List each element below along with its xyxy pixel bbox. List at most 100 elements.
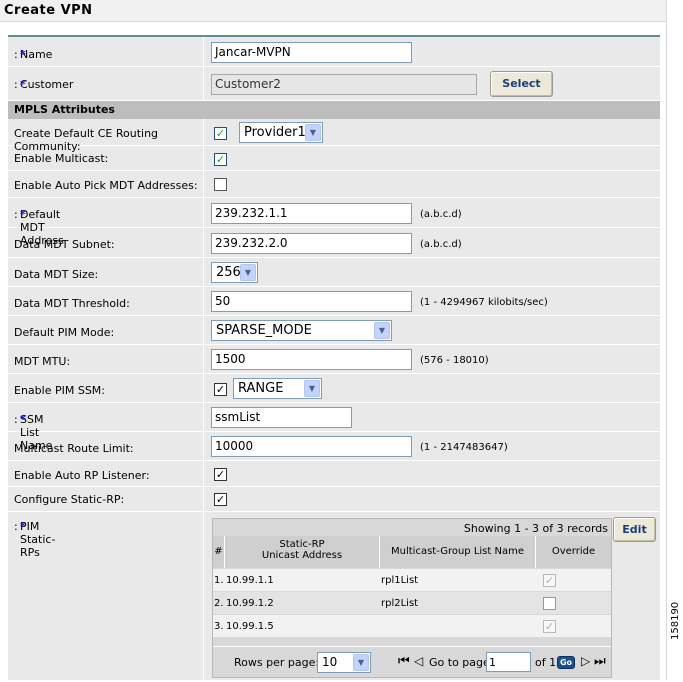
page-title-bar: Create VPN	[0, 0, 667, 22]
col-header-num: #	[213, 536, 225, 568]
customer-label: Customer	[20, 78, 74, 91]
data-mdt-threshold-input[interactable]: 50	[211, 291, 412, 312]
col-header-address: Static-RP Unicast Address	[225, 536, 380, 568]
prev-page-icon[interactable]: ◁	[414, 654, 423, 668]
data-mdt-subnet-hint: (a.b.c.d)	[420, 239, 462, 250]
auto-pick-mdt-checkbox[interactable]	[214, 178, 227, 191]
enable-pim-ssm-row: Enable PIM SSM: ✓ RANGE ▼	[8, 374, 660, 403]
mdt-mtu-label: MDT MTU:	[14, 355, 71, 368]
ssm-list-name-row: SSM List Name *: ssmList	[8, 403, 660, 452]
row-address: 10.99.1.5	[226, 621, 274, 632]
chevron-down-icon: ▼	[304, 380, 320, 397]
auto-pick-mdt-row: Enable Auto Pick MDT Addresses:	[8, 171, 660, 198]
chevron-down-icon: ▼	[353, 654, 369, 671]
rows-per-page-value: 10	[322, 655, 338, 669]
configure-static-rp-checkbox[interactable]: ✓	[214, 493, 227, 506]
multicast-route-limit-input[interactable]: 10000	[211, 436, 412, 457]
data-mdt-size-select[interactable]: 256 ▼	[211, 262, 258, 283]
enable-pim-ssm-checkbox[interactable]: ✓	[214, 383, 227, 396]
customer-row: Customer *: Customer2 Select	[8, 67, 660, 101]
rows-per-page-label: Rows per page:	[234, 656, 320, 669]
mdt-mtu-row: MDT MTU: 1500 (576 - 18010)	[8, 345, 660, 374]
edit-static-rp-button[interactable]: Edit	[613, 517, 656, 542]
required-star: *	[20, 48, 26, 61]
row-group-list: rpl2List	[381, 598, 419, 609]
multicast-route-limit-row: Multicast Route Limit: 10000 (1 - 214748…	[8, 432, 660, 461]
default-pim-mode-label: Default PIM Mode:	[14, 326, 115, 339]
page-title: Create VPN	[4, 3, 93, 18]
default-pim-mode-row: Default PIM Mode: SPARSE_MODE ▼	[8, 316, 660, 345]
pim-ssm-select-value: RANGE	[238, 381, 284, 396]
mdt-mtu-hint: (576 - 18010)	[420, 355, 489, 366]
provider-select[interactable]: Provider1 ▼	[239, 122, 323, 143]
go-to-page-label: Go to page:	[429, 656, 494, 669]
next-page-icon[interactable]: ▷	[581, 654, 590, 668]
default-pim-mode-select[interactable]: SPARSE_MODE ▼	[211, 320, 392, 341]
pim-ssm-select[interactable]: RANGE ▼	[233, 378, 322, 399]
create-default-ce-checkbox[interactable]: ✓	[214, 127, 227, 140]
create-vpn-form: Name *: Jancar-MVPN Customer *: Customer2 …	[8, 35, 660, 682]
auto-rp-listener-label: Enable Auto RP Listener:	[14, 469, 150, 482]
table-row[interactable]: 3. 10.99.1.5 ✓	[213, 615, 611, 637]
configure-static-rp-label: Configure Static-RP:	[14, 493, 125, 506]
rows-per-page-select[interactable]: 10 ▼	[317, 652, 371, 673]
provider-select-value: Provider1	[244, 125, 306, 140]
default-mdt-address-row: Default MDT Address *: 239.232.1.1 (a.b.c…	[8, 198, 660, 247]
go-to-page-input[interactable]: 1	[486, 652, 531, 672]
row-group-list: rpl1List	[381, 575, 419, 586]
required-star: *	[20, 208, 26, 221]
figure-id: 158190	[670, 601, 681, 640]
col-header-address-line2: Unicast Address	[261, 550, 343, 561]
row-address: 10.99.1.1	[226, 575, 274, 586]
override-checkbox: ✓	[543, 574, 556, 587]
override-checkbox: ✓	[543, 620, 556, 633]
auto-rp-listener-row: Enable Auto RP Listener: ✓	[8, 461, 660, 487]
row-num: 1.	[214, 575, 224, 586]
enable-multicast-label: Enable Multicast:	[14, 152, 109, 165]
data-mdt-size-value: 256	[216, 265, 241, 280]
col-header-group-list: Multicast-Group List Name	[380, 536, 536, 568]
last-page-icon[interactable]: ⏭	[594, 654, 606, 669]
mpls-attributes-header: MPLS Attributes	[8, 101, 660, 119]
override-checkbox[interactable]	[543, 597, 556, 610]
data-mdt-threshold-hint: (1 - 4294967 kilobits/sec)	[420, 297, 548, 308]
data-mdt-subnet-label: Data MDT Subnet:	[14, 238, 115, 251]
chevron-down-icon: ▼	[240, 264, 256, 281]
configure-static-rp-row: Configure Static-RP: ✓	[8, 487, 660, 512]
static-rp-table: Showing 1 - 3 of 3 records # Static-RP U…	[212, 518, 612, 678]
row-address: 10.99.1.2	[226, 598, 274, 609]
required-star: *	[20, 78, 26, 91]
first-page-icon[interactable]: ⏮	[398, 654, 410, 669]
data-mdt-size-label: Data MDT Size:	[14, 268, 99, 281]
default-mdt-address-input[interactable]: 239.232.1.1	[211, 203, 412, 224]
required-star: *	[20, 520, 26, 533]
enable-multicast-row: Enable Multicast: ✓	[8, 146, 660, 171]
data-mdt-threshold-label: Data MDT Threshold:	[14, 297, 130, 310]
default-mdt-address-hint: (a.b.c.d)	[420, 209, 462, 220]
ssm-list-name-input[interactable]: ssmList	[211, 407, 352, 428]
go-button[interactable]: Go	[557, 656, 575, 669]
col-header-address-line1: Static-RP	[279, 539, 325, 550]
multicast-route-limit-label: Multicast Route Limit:	[14, 442, 134, 455]
create-default-ce-row: Create Default CE Routing Community: ✓ P…	[8, 119, 660, 153]
name-row: Name *: Jancar-MVPN	[8, 37, 660, 67]
col-header-override: Override	[536, 536, 611, 568]
multicast-route-limit-hint: (1 - 2147483647)	[420, 442, 508, 453]
data-mdt-subnet-row: Data MDT Subnet: 239.232.2.0 (a.b.c.d)	[8, 228, 660, 258]
select-customer-button[interactable]: Select	[490, 71, 553, 97]
name-input[interactable]: Jancar-MVPN	[211, 42, 412, 63]
mdt-mtu-input[interactable]: 1500	[211, 349, 412, 370]
table-row[interactable]: 2. 10.99.1.2 rpl2List	[213, 592, 611, 614]
enable-pim-ssm-label: Enable PIM SSM:	[14, 384, 105, 397]
chevron-down-icon: ▼	[374, 322, 390, 339]
data-mdt-subnet-input[interactable]: 239.232.2.0	[211, 233, 412, 254]
enable-multicast-checkbox[interactable]: ✓	[214, 153, 227, 166]
table-row[interactable]: 1. 10.99.1.1 rpl1List ✓	[213, 569, 611, 591]
right-edge-divider	[666, 0, 667, 680]
default-pim-mode-value: SPARSE_MODE	[216, 323, 312, 338]
row-num: 3.	[214, 621, 224, 632]
customer-field: Customer2	[211, 74, 477, 95]
records-count: Showing 1 - 3 of 3 records	[463, 522, 608, 535]
data-mdt-threshold-row: Data MDT Threshold: 50 (1 - 4294967 kilo…	[8, 287, 660, 316]
auto-rp-listener-checkbox[interactable]: ✓	[214, 468, 227, 481]
